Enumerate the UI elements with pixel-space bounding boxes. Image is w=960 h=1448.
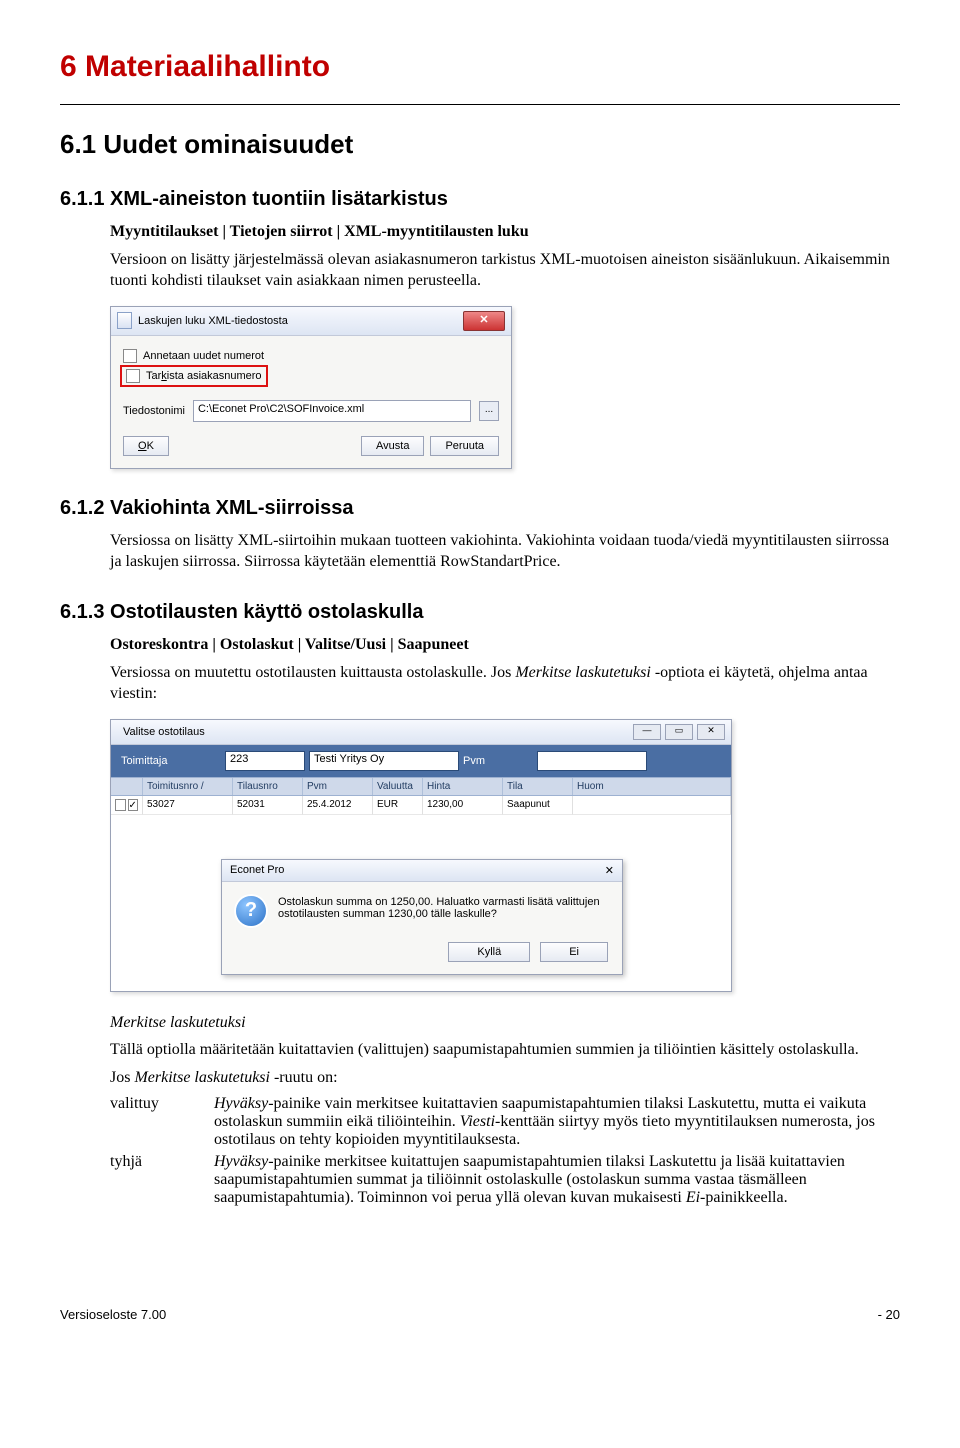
body-text: Tällä optiolla määritetään kuitattavien …	[110, 1039, 890, 1061]
emphasis: Hyväksy	[214, 1153, 268, 1170]
date-input[interactable]	[537, 751, 647, 771]
message-title: Econet Pro	[230, 864, 284, 876]
body-text: Versioon on lisätty järjestelmässä oleva…	[110, 249, 890, 292]
document-icon	[117, 312, 132, 329]
definition-term: tyhjä	[110, 1153, 190, 1207]
message-dialog: Econet Pro ✕ ? Ostolaskun summa on 1250,…	[221, 859, 623, 975]
breadcrumb: Myyntitilaukset | Tietojen siirrot | XML…	[110, 221, 890, 243]
maximize-button[interactable]: ▭	[665, 724, 693, 740]
definition-row: valittuy Hyväksy-painike vain merkitsee …	[110, 1095, 900, 1149]
dialog-title: Laskujen luku XML-tiedostosta	[138, 315, 288, 327]
highlight-box: Tarkista asiakasnumero	[120, 365, 268, 387]
ok-button[interactable]: OK	[123, 436, 169, 456]
emphasis: Ei	[686, 1189, 700, 1206]
text-fragment: Jos	[110, 1069, 134, 1086]
row-checkbox[interactable]: ✓	[128, 799, 139, 811]
definition-term: valittuy	[110, 1095, 190, 1149]
col-status[interactable]: Tila	[503, 778, 573, 795]
col-currency[interactable]: Valuutta	[373, 778, 423, 795]
checkbox-label: Annetaan uudet numerot	[143, 350, 264, 362]
emphasis: Merkitse laskutetuksi	[134, 1069, 270, 1086]
browse-button[interactable]: ...	[479, 401, 499, 421]
emphasis: Merkitse laskutetuksi	[515, 664, 651, 681]
breadcrumb: Ostoreskontra | Ostolaskut | Valitse/Uus…	[110, 634, 890, 656]
emphasis: Hyväksy	[214, 1095, 268, 1112]
body-text: Versiossa on muutettu ostotilausten kuit…	[110, 662, 890, 705]
close-button[interactable]: ✕	[697, 724, 725, 740]
window-title: Valitse ostotilaus	[123, 726, 205, 738]
supplier-no-input[interactable]: 223	[225, 751, 305, 771]
yes-button[interactable]: Kyllä	[448, 942, 530, 962]
subsection-heading-612: 6.1.2 Vakiohinta XML-siirroissa	[60, 497, 900, 520]
checkbox-label: Tarkista asiakasnumero	[146, 370, 262, 382]
cell-note	[573, 796, 731, 815]
file-label: Tiedostonimi	[123, 405, 185, 417]
cell-status: Saapunut	[503, 796, 573, 815]
col-price[interactable]: Hinta	[423, 778, 503, 795]
col-orderno[interactable]: Tilausnro	[233, 778, 303, 795]
footer-right: - 20	[878, 1307, 900, 1322]
divider	[60, 104, 900, 105]
text-fragment: Versiossa on muutettu ostotilausten kuit…	[110, 664, 515, 681]
date-label: Pvm	[463, 755, 533, 767]
minimize-button[interactable]: —	[633, 724, 661, 740]
cell-price: 1230,00	[423, 796, 503, 815]
subsection-heading-611: 6.1.1 XML-aineiston tuontiin lisätarkist…	[60, 188, 900, 211]
checkbox-new-numbers[interactable]	[123, 349, 137, 363]
close-button[interactable]: ✕	[463, 311, 505, 331]
footer-left: Versioseloste 7.00	[60, 1307, 166, 1322]
section-heading: 6.1 Uudet ominaisuudet	[60, 129, 900, 160]
col-date[interactable]: Pvm	[303, 778, 373, 795]
subsection-heading-613: 6.1.3 Ostotilausten käyttö ostolaskulla	[60, 601, 900, 624]
no-button[interactable]: Ei	[540, 942, 608, 962]
help-button[interactable]: Avusta	[361, 436, 424, 456]
message-text: Ostolaskun summa on 1250,00. Haluatko va…	[278, 896, 608, 926]
col-delivery[interactable]: Toimitusnro /	[143, 778, 233, 795]
cell-currency: EUR	[373, 796, 423, 815]
body-text: Jos Merkitse laskutetuksi -ruutu on:	[110, 1067, 890, 1089]
option-name: Merkitse laskutetuksi	[110, 1012, 890, 1034]
supplier-label: Toimittaja	[121, 755, 221, 767]
page-footer: Versioseloste 7.00 - 20	[60, 1307, 900, 1322]
col-note[interactable]: Huom	[573, 778, 731, 795]
cell-orderno: 52031	[233, 796, 303, 815]
table-row[interactable]: ✓ 53027 52031 25.4.2012 EUR 1230,00 Saap…	[111, 796, 731, 815]
question-icon: ?	[236, 896, 266, 926]
file-path-input[interactable]: C:\Econet Pro\C2\SOFInvoice.xml	[193, 400, 471, 422]
grid-header: Toimitusnro / Tilausnro Pvm Valuutta Hin…	[111, 777, 731, 796]
definition-text: Hyväksy-painike merkitsee kuitattujen sa…	[214, 1153, 900, 1207]
cancel-button[interactable]: Peruuta	[430, 436, 499, 456]
row-selector-icon[interactable]	[115, 799, 126, 811]
body-text: Versiossa on lisätty XML-siirtoihin muka…	[110, 530, 890, 573]
filter-bar: Toimittaja 223 Testi Yritys Oy Pvm	[111, 745, 731, 777]
supplier-name-input[interactable]: Testi Yritys Oy	[309, 751, 459, 771]
close-button[interactable]: ✕	[605, 864, 614, 877]
cell-date: 25.4.2012	[303, 796, 373, 815]
cell-delivery: 53027	[143, 796, 233, 815]
dialog-xml-read: Laskujen luku XML-tiedostosta ✕ Annetaan…	[110, 306, 512, 469]
definition-row: tyhjä Hyväksy-painike merkitsee kuitattu…	[110, 1153, 900, 1207]
definition-text: Hyväksy-painike vain merkitsee kuitattav…	[214, 1095, 900, 1149]
text-fragment: -ruutu on:	[270, 1069, 338, 1086]
definition-list: valittuy Hyväksy-painike vain merkitsee …	[110, 1095, 900, 1207]
emphasis: Viesti	[460, 1113, 495, 1130]
text-fragment: -painikkeella.	[700, 1189, 788, 1206]
checkbox-verify-customer[interactable]	[126, 369, 140, 383]
window-select-order: Valitse ostotilaus — ▭ ✕ Toimittaja 223 …	[110, 719, 732, 992]
col-select	[111, 778, 143, 795]
chapter-heading: 6 Materiaalihallinto	[60, 50, 900, 84]
